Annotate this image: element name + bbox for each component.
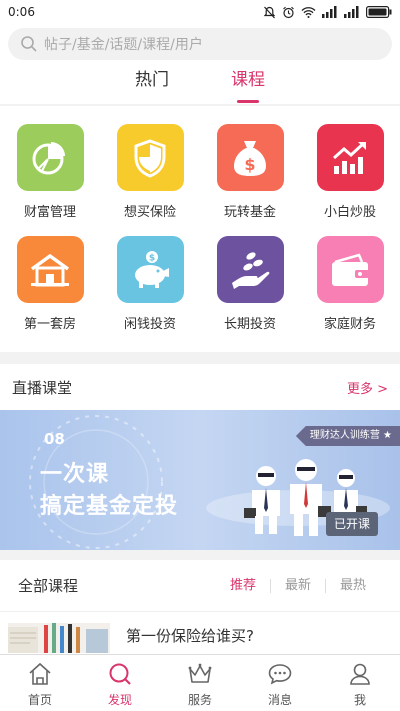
- courses-section: 全部课程 推荐 最新 最热 第一份保险给谁买?: [0, 560, 400, 654]
- category-family-finance[interactable]: 家庭财务: [300, 236, 400, 332]
- category-label: 想买保险: [123, 205, 176, 220]
- nav-discover[interactable]: 发现: [80, 655, 160, 711]
- alarm-icon: [283, 6, 294, 18]
- nav-label: 服务: [187, 693, 212, 707]
- course-title: 第一份保险给谁买?: [126, 627, 254, 645]
- category-label: 第一套房: [23, 317, 76, 332]
- nav-me[interactable]: 我: [320, 655, 400, 711]
- svg-text:$: $: [244, 155, 255, 174]
- nav-label: 我: [353, 693, 366, 707]
- category-first-home[interactable]: 第一套房: [0, 236, 100, 332]
- tab-hot[interactable]: 热门: [135, 62, 169, 102]
- course-thumbnail-image: [8, 623, 108, 653]
- category-tile: $: [116, 236, 184, 303]
- discover-icon: [109, 663, 131, 685]
- category-label: 长期投资: [223, 317, 276, 332]
- pie-chart-icon: [32, 141, 65, 174]
- category-label: 闲钱投资: [123, 317, 176, 332]
- search-bar[interactable]: 帖子/基金/话题/课程/用户: [8, 28, 392, 60]
- live-title: 直播课堂: [12, 378, 73, 397]
- trend-chart-icon: [332, 141, 366, 174]
- category-tile: [316, 236, 384, 303]
- live-header: 直播课堂 更多 >: [0, 364, 400, 410]
- status-time: 0:06: [8, 5, 35, 19]
- category-label: 小白炒股: [323, 205, 376, 220]
- svg-text:$: $: [149, 253, 155, 263]
- category-label: 玩转基金: [223, 205, 276, 220]
- piggy-bank-icon: $: [135, 250, 169, 288]
- tab-bar: 热门 课程: [0, 62, 400, 102]
- message-icon: [268, 664, 292, 685]
- category-tile: [116, 124, 184, 191]
- banner-subtitle: 搞定基金定投: [40, 494, 179, 519]
- category-funds[interactable]: $ 玩转基金: [200, 124, 300, 220]
- status-icons: [263, 6, 392, 19]
- category-stocks[interactable]: 小白炒股: [300, 124, 400, 220]
- banner-ribbon: 理财达人训练营 ★: [295, 426, 400, 446]
- shield-icon: [134, 138, 166, 178]
- category-grid: 财富管理 想买保险 $ 玩转基金 小白炒股 第一套房 $ 闲钱投资 长期投资 家…: [0, 106, 400, 352]
- profile-icon: [350, 663, 370, 685]
- wallet-icon: [332, 252, 369, 286]
- search-input[interactable]: 帖子/基金/话题/课程/用户: [44, 34, 203, 54]
- course-thumbnail: [8, 623, 110, 653]
- course-item[interactable]: 第一份保险给谁买?: [0, 613, 400, 653]
- course-filters: 推荐 最新 最热: [216, 578, 380, 593]
- status-bar: 0:06: [0, 0, 400, 24]
- crown-icon: [188, 663, 212, 683]
- nav-home[interactable]: 首页: [0, 655, 80, 711]
- category-tile: $: [216, 124, 284, 191]
- search-icon: [21, 36, 37, 52]
- live-section: 直播课堂 更多 > 08 一次课 搞定基金定投 理财达人训练营 ★ 已开课: [0, 364, 400, 550]
- header: 帖子/基金/话题/课程/用户 热门 课程: [0, 24, 400, 104]
- signal-icon-2: [344, 6, 359, 18]
- courses-header: 全部课程 推荐 最新 最热: [0, 560, 400, 612]
- category-tile: [16, 124, 84, 191]
- battery-icon: [366, 6, 392, 18]
- tab-courses[interactable]: 课程: [231, 62, 265, 102]
- house-icon: [30, 253, 70, 286]
- live-banner[interactable]: 08 一次课 搞定基金定投 理财达人训练营 ★ 已开课: [0, 410, 400, 550]
- filter-hottest[interactable]: 最热: [324, 578, 380, 593]
- signal-icon: [322, 6, 337, 18]
- filter-recommended[interactable]: 推荐: [216, 578, 270, 593]
- category-long-term[interactable]: 长期投资: [200, 236, 300, 332]
- home-icon: [29, 662, 51, 685]
- wifi-icon: [301, 7, 316, 18]
- nav-services[interactable]: 服务: [160, 655, 240, 711]
- started-badge: 已开课: [325, 512, 378, 536]
- nav-label: 首页: [27, 693, 52, 707]
- filter-latest[interactable]: 最新: [269, 578, 325, 593]
- more-link[interactable]: 更多 >: [347, 378, 388, 397]
- category-tile: [216, 236, 284, 303]
- coins-hand-icon: [232, 251, 270, 289]
- money-bag-icon: $: [234, 140, 266, 176]
- nav-label: 消息: [267, 693, 292, 707]
- category-tile: [16, 236, 84, 303]
- nav-messages[interactable]: 消息: [240, 655, 320, 711]
- category-label: 财富管理: [23, 205, 76, 220]
- category-label: 家庭财务: [323, 317, 376, 332]
- category-insurance[interactable]: 想买保险: [100, 124, 200, 220]
- category-idle-money[interactable]: $ 闲钱投资: [100, 236, 200, 332]
- courses-title: 全部课程: [18, 577, 79, 595]
- category-tile: [316, 124, 384, 191]
- banner-title: 一次课: [40, 462, 110, 487]
- banner-number: 08: [44, 430, 65, 448]
- nav-label: 发现: [107, 693, 132, 707]
- mute-icon: [263, 6, 276, 18]
- category-wealth[interactable]: 财富管理: [0, 124, 100, 220]
- bottom-nav: 首页 发现 服务 消息 我: [0, 654, 400, 711]
